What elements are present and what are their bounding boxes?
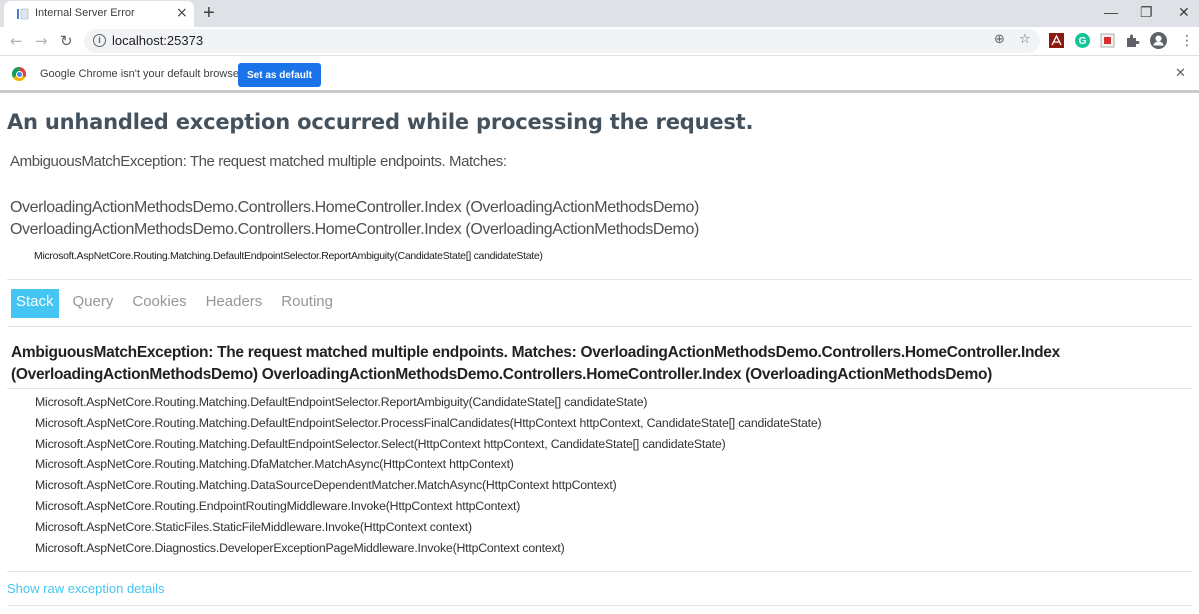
chrome-logo-icon [12,67,26,81]
stack-frame[interactable]: Microsoft.AspNetCore.Routing.EndpointRou… [35,496,821,517]
extensions-puzzle-icon[interactable] [1125,33,1140,48]
tab-routing[interactable]: Routing [276,289,338,318]
forward-arrow-icon[interactable]: → [35,31,48,51]
tab-strip: Internal Server Error × + — ❐ ✕ [0,0,1199,27]
default-browser-infobar: Google Chrome isn't your default browser… [0,55,1199,93]
stack-frame[interactable]: Microsoft.AspNetCore.Routing.Matching.De… [35,413,822,434]
infobar-close-icon[interactable]: ✕ [1175,66,1186,81]
divider [7,605,1192,606]
match-endpoint: OverloadingActionMethodsDemo.Controllers… [10,221,699,238]
stack-frame[interactable]: Microsoft.AspNetCore.Diagnostics.Develop… [35,538,821,559]
stack-frame[interactable]: Microsoft.AspNetCore.StaticFiles.StaticF… [35,517,821,538]
red-extension-icon[interactable] [1100,33,1115,48]
browser-tab[interactable]: Internal Server Error × [4,1,194,27]
minimize-icon[interactable]: — [1104,4,1118,20]
address-bar[interactable]: i localhost:25373 ⊕ ☆ [84,29,1040,53]
detail-tabs: Stack Query Cookies Headers Routing [11,289,347,318]
chrome-menu-icon[interactable]: ⋮ [1180,31,1194,51]
error-page: An unhandled exception occurred while pr… [0,96,1199,614]
stack-frames: Microsoft.AspNetCore.Routing.Matching.De… [35,392,822,559]
window-close-icon[interactable]: ✕ [1178,4,1190,21]
match-endpoint: OverloadingActionMethodsDemo.Controllers… [10,199,699,216]
divider [7,388,1192,389]
url-text[interactable]: localhost:25373 [112,33,203,48]
zoom-icon[interactable]: ⊕ [994,32,1005,47]
exception-location: Microsoft.AspNetCore.Routing.Matching.De… [34,250,543,262]
acrobat-extension-icon[interactable] [1049,33,1064,48]
stack-exception-title: AmbiguousMatchException: The request mat… [11,344,1060,383]
infobar-message: Google Chrome isn't your default browser [40,68,243,80]
divider [7,279,1192,280]
show-raw-exception-link[interactable]: Show raw exception details [7,581,165,596]
tab-title: Internal Server Error [35,7,135,19]
stack-frame[interactable]: Microsoft.AspNetCore.Routing.Matching.De… [35,434,821,455]
page-favicon-icon [17,8,29,20]
browser-toolbar: ← → ↻ i localhost:25373 ⊕ ☆ G ⋮ [0,27,1199,55]
stack-frame[interactable]: Microsoft.AspNetCore.Routing.Matching.De… [35,392,821,413]
tab-cookies[interactable]: Cookies [127,289,191,318]
page-title: An unhandled exception occurred while pr… [7,110,754,134]
divider [7,326,1192,327]
restore-icon[interactable]: ❐ [1140,4,1153,21]
reload-icon[interactable]: ↻ [60,31,73,51]
new-tab-icon[interactable]: + [203,3,215,23]
svg-text:G: G [1079,36,1087,47]
grammarly-extension-icon[interactable]: G [1075,33,1090,48]
stack-frame[interactable]: Microsoft.AspNetCore.Routing.Matching.Df… [35,454,821,475]
bookmark-star-icon[interactable]: ☆ [1019,32,1031,47]
set-as-default-button[interactable]: Set as default [238,63,321,87]
stack-frame[interactable]: Microsoft.AspNetCore.Routing.Matching.Da… [35,475,821,496]
back-arrow-icon[interactable]: ← [10,31,23,51]
profile-avatar-icon[interactable] [1150,32,1167,49]
tab-headers[interactable]: Headers [201,289,268,318]
divider [7,571,1192,572]
site-info-icon[interactable]: i [93,34,106,47]
tab-close-icon[interactable]: × [176,5,188,21]
exception-summary: AmbiguousMatchException: The request mat… [10,153,507,170]
tab-query[interactable]: Query [68,289,119,318]
tab-stack[interactable]: Stack [11,289,59,318]
